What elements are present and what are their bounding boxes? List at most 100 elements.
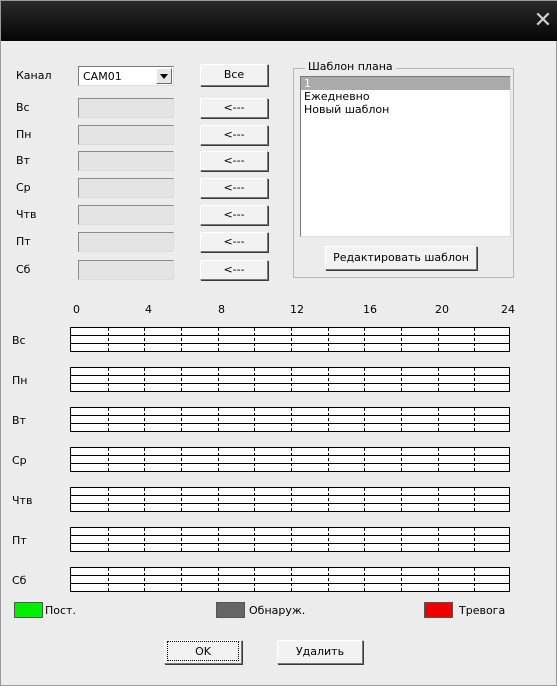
hour-label: 8 — [218, 303, 225, 316]
day-schedule-field[interactable] — [78, 98, 174, 118]
hour-label: 0 — [73, 303, 80, 316]
timeline-hour-tick — [291, 568, 292, 591]
timeline-hour-tick — [437, 368, 439, 391]
hour-label: 4 — [145, 303, 152, 316]
timeline-row-divider — [71, 503, 509, 504]
timeline-hour-tick — [364, 368, 366, 391]
legend-swatch — [14, 602, 43, 618]
timeline-hour-tick — [144, 368, 146, 391]
channel-label: Канал — [16, 69, 52, 82]
timeline-hour-tick — [327, 408, 329, 431]
day-timeline[interactable] — [70, 407, 510, 432]
timeline-hour-tick — [107, 408, 109, 431]
timeline-hour-tick — [107, 528, 109, 551]
timeline-row-divider — [71, 335, 509, 336]
timeline-hour-tick — [107, 328, 109, 351]
legend-label: Обнаруж. — [249, 604, 306, 617]
timeline-hour-tick — [291, 368, 292, 391]
timeline-hour-tick — [474, 408, 476, 431]
hour-label: 24 — [501, 303, 515, 316]
timeline-hour-tick — [181, 408, 182, 431]
timeline-hour-tick — [474, 488, 476, 511]
template-list-item[interactable]: Ежедневно — [301, 90, 510, 103]
template-list[interactable]: 1 Ежедневно Новый шаблон — [300, 76, 511, 237]
timeline-hour-tick — [291, 448, 292, 471]
timeline-hour-tick — [217, 408, 219, 431]
copy-to-day-button[interactable]: <--- — [200, 125, 268, 145]
day-timeline[interactable] — [70, 487, 510, 512]
timeline-hour-tick — [144, 328, 146, 351]
timeline-hour-tick — [437, 328, 439, 351]
day-timeline[interactable] — [70, 447, 510, 472]
day-schedule-field[interactable] — [78, 178, 174, 198]
day-timeline[interactable] — [70, 367, 510, 392]
timeline-hour-tick — [291, 528, 292, 551]
day-schedule-field[interactable] — [78, 205, 174, 225]
timeline-hour-tick — [401, 488, 402, 511]
template-list-item[interactable]: Новый шаблон — [301, 103, 510, 116]
timeline-hour-tick — [401, 328, 402, 351]
day-timeline[interactable] — [70, 527, 510, 552]
delete-button[interactable]: Удалить — [277, 640, 363, 664]
timeline-hour-tick — [181, 368, 182, 391]
timeline-hour-tick — [144, 488, 146, 511]
timeline-day-label: Вт — [12, 414, 26, 427]
day-label: Пт — [16, 235, 31, 248]
timeline-hour-tick — [254, 328, 256, 351]
timeline-row-divider — [71, 415, 509, 416]
day-timeline[interactable] — [70, 327, 510, 352]
copy-to-day-button[interactable]: <--- — [200, 98, 268, 118]
timeline-hour-tick — [437, 568, 439, 591]
timeline-hour-tick — [474, 448, 476, 471]
timeline-hour-tick — [254, 568, 256, 591]
day-label: Пн — [16, 128, 32, 141]
day-timeline[interactable] — [70, 567, 510, 592]
timeline-hour-tick — [107, 568, 109, 591]
timeline-row-divider — [71, 463, 509, 464]
day-schedule-field[interactable] — [78, 151, 174, 171]
timeline-hour-tick — [254, 408, 256, 431]
timeline-hour-tick — [181, 568, 182, 591]
timeline-hour-tick — [254, 488, 256, 511]
title-bar: ✕ — [1, 1, 557, 41]
record-schedule-dialog: ✕ Канал CAM01 Все Вс <--- Пн <--- Вт <--- Ср <-… — [0, 0, 557, 686]
timeline-day-label: Ср — [12, 454, 27, 467]
timeline-hour-tick — [474, 528, 476, 551]
timeline-day-label: Вс — [12, 334, 26, 347]
chevron-down-icon[interactable] — [156, 68, 172, 84]
legend-label: Пост. — [45, 604, 76, 617]
timeline-hour-tick — [107, 368, 109, 391]
copy-to-day-button[interactable]: <--- — [200, 178, 268, 198]
all-channels-button[interactable]: Все — [200, 64, 268, 86]
timeline-day-label: Пт — [12, 534, 27, 547]
timeline-hour-tick — [217, 448, 219, 471]
timeline-row-divider — [71, 383, 509, 384]
copy-to-day-button[interactable]: <--- — [200, 260, 268, 280]
channel-select-value: CAM01 — [83, 70, 122, 83]
day-schedule-field[interactable] — [78, 125, 174, 145]
day-label: Вс — [16, 101, 30, 114]
legend-swatch — [424, 602, 453, 618]
timeline-row-divider — [71, 423, 509, 424]
timeline-hour-tick — [437, 408, 439, 431]
legend-label: Тревога — [459, 604, 506, 617]
close-icon[interactable]: ✕ — [532, 10, 554, 33]
copy-to-day-button[interactable]: <--- — [200, 232, 268, 252]
copy-to-day-button[interactable]: <--- — [200, 205, 268, 225]
timeline-hour-tick — [364, 488, 366, 511]
timeline-hour-tick — [217, 488, 219, 511]
timeline-hour-tick — [254, 448, 256, 471]
ok-button[interactable]: OK — [164, 640, 242, 664]
timeline-hour-tick — [327, 368, 329, 391]
timeline-hour-tick — [437, 528, 439, 551]
copy-to-day-button[interactable]: <--- — [200, 151, 268, 171]
day-schedule-field[interactable] — [78, 232, 174, 252]
timeline-row-divider — [71, 543, 509, 544]
template-list-item[interactable]: 1 — [301, 77, 510, 90]
channel-select[interactable]: CAM01 — [78, 66, 174, 86]
day-schedule-field[interactable] — [78, 260, 174, 280]
edit-template-button[interactable]: Редактировать шаблон — [325, 246, 477, 270]
timeline-hour-tick — [474, 568, 476, 591]
timeline-row-divider — [71, 343, 509, 344]
timeline-day-label: Сб — [12, 574, 27, 587]
